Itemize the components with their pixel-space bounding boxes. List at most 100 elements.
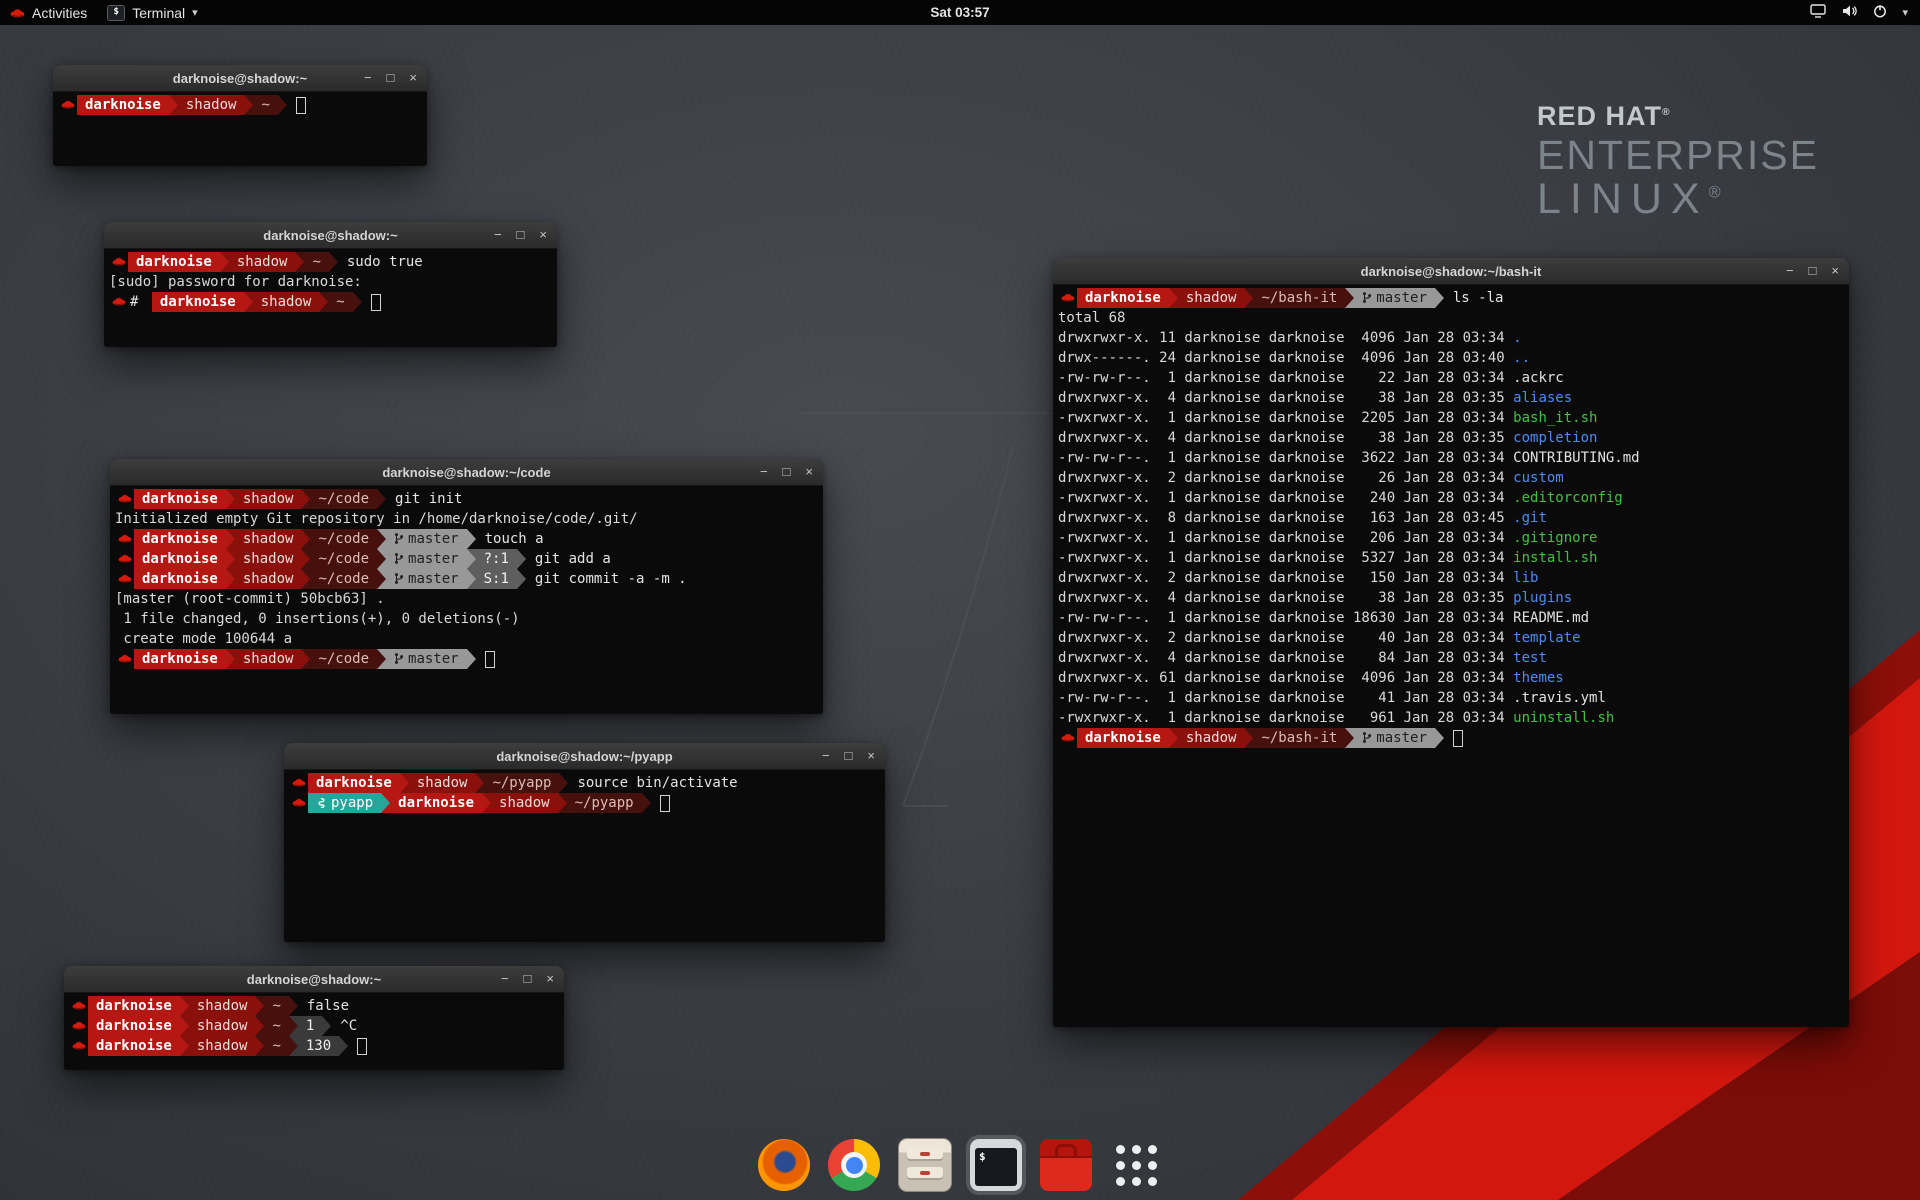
ls-filename: uninstall.sh <box>1513 710 1614 726</box>
powerline-arrow <box>255 1016 264 1036</box>
terminal-content[interactable]: darknoiseshadow~falsedarknoiseshadow~1^C… <box>64 993 564 1070</box>
window-title: darknoise@shadow:~/code <box>382 465 550 480</box>
ls-filename: . <box>1513 330 1521 346</box>
close-button[interactable]: × <box>1831 258 1839 284</box>
terminal-content[interactable]: darknoiseshadow~sudo true[sudo] password… <box>104 249 557 347</box>
terminal-output-line: 1 file changed, 0 insertions(+), 0 delet… <box>115 609 823 629</box>
window-title: darknoise@shadow:~/pyapp <box>496 749 672 764</box>
terminal-window-sudo[interactable]: darknoise@shadow:~ − □ × darknoiseshadow… <box>104 222 557 347</box>
window-title: darknoise@shadow:~/bash-it <box>1361 264 1542 279</box>
prompt-line: darknoiseshadow~/bash-itmasterls -la <box>1058 288 1849 308</box>
redhat-icon <box>109 292 128 312</box>
app-menu[interactable]: $ Terminal ▾ <box>97 0 207 25</box>
app-menu-label: Terminal <box>132 5 185 21</box>
prompt-seg-user: darknoise <box>308 773 400 793</box>
drawer-slot <box>907 1167 943 1180</box>
system-status-area[interactable]: ▾ <box>1810 0 1920 25</box>
maximize-button[interactable]: □ <box>524 966 532 992</box>
powerline-arrow <box>220 252 229 272</box>
minimize-button[interactable]: − <box>1786 258 1794 284</box>
redhat-icon <box>115 489 134 509</box>
ls-filename: aliases <box>1513 390 1572 406</box>
terminal-output-line: drwxrwxr-x. 61 darknoise darknoise 4096 … <box>1058 668 1849 688</box>
ls-filename: README.md <box>1513 610 1589 626</box>
powerline-arrow <box>1169 728 1178 748</box>
clock[interactable]: Sat 03:57 <box>930 5 989 20</box>
prompt-seg-path: ~/bash-it <box>1253 728 1345 748</box>
volume-icon[interactable] <box>1841 4 1858 21</box>
maximize-button[interactable]: □ <box>1809 258 1817 284</box>
titlebar[interactable]: darknoise@shadow:~ − □ × <box>53 65 427 92</box>
maximize-button[interactable]: □ <box>387 65 395 91</box>
minimize-button[interactable]: − <box>760 459 768 485</box>
minimize-button[interactable]: − <box>494 222 502 248</box>
minimize-button[interactable]: − <box>822 743 830 769</box>
terminal-content[interactable]: darknoiseshadow~/bash-itmasterls -latota… <box>1053 285 1849 1027</box>
prompt-seg-host: shadow <box>229 252 296 272</box>
prompt-seg-user: darknoise <box>134 489 226 509</box>
powerline-arrow <box>255 996 264 1016</box>
prompt-command: git init <box>395 491 462 507</box>
prompt-seg-user: darknoise <box>134 549 226 569</box>
terminal-output-line: [master (root-commit) 50bcb63] . <box>115 589 823 609</box>
terminal-icon-screen: $ <box>975 1148 1017 1186</box>
terminal-window-home-1[interactable]: darknoise@shadow:~ − □ × darknoiseshadow… <box>53 65 427 166</box>
terminal-output-line: -rwxrwxr-x. 1 darknoise darknoise 2205 J… <box>1058 408 1849 428</box>
files-icon[interactable] <box>898 1138 952 1192</box>
prompt-seg-path: ~/bash-it <box>1253 288 1345 308</box>
terminal-content[interactable]: darknoiseshadow~/pyappsource bin/activat… <box>284 770 885 942</box>
terminal-content[interactable]: darknoiseshadow~ <box>53 92 427 166</box>
maximize-button[interactable]: □ <box>783 459 791 485</box>
close-button[interactable]: × <box>409 65 417 91</box>
desktop: RED HAT® ENTERPRISE LINUX® darknoise@sha… <box>0 0 1920 1200</box>
terminal-window-exit-codes[interactable]: darknoise@shadow:~ − □ × darknoiseshadow… <box>64 966 564 1070</box>
powerline-arrow <box>377 489 386 509</box>
power-icon[interactable] <box>1873 4 1887 21</box>
terminal-window-pyapp[interactable]: darknoise@shadow:~/pyapp − □ × darknoise… <box>284 743 885 942</box>
terminal-window-bash-it[interactable]: darknoise@shadow:~/bash-it − □ × darknoi… <box>1053 258 1849 1027</box>
terminal-output-line: Initialized empty Git repository in /hom… <box>115 509 823 529</box>
activities-button[interactable]: Activities <box>0 0 97 25</box>
terminal-window-code[interactable]: darknoise@shadow:~/code − □ × darknoises… <box>110 459 823 714</box>
display-icon[interactable] <box>1810 4 1826 22</box>
firefox-icon[interactable] <box>758 1139 810 1191</box>
chrome-icon[interactable] <box>828 1139 880 1191</box>
minimize-button[interactable]: − <box>501 966 509 992</box>
terminal-mini-icon: $ <box>107 5 125 21</box>
close-button[interactable]: × <box>805 459 813 485</box>
titlebar[interactable]: darknoise@shadow:~ − □ × <box>104 222 557 249</box>
titlebar[interactable]: darknoise@shadow:~/pyapp − □ × <box>284 743 885 770</box>
minimize-button[interactable]: − <box>364 65 372 91</box>
maximize-button[interactable]: □ <box>845 743 853 769</box>
powerline-arrow <box>467 549 476 569</box>
app-grid-icon[interactable] <box>1110 1139 1162 1191</box>
ls-filename: custom <box>1513 470 1564 486</box>
titlebar[interactable]: darknoise@shadow:~ − □ × <box>64 966 564 993</box>
terminal-content[interactable]: darknoiseshadow~/codegit initInitialized… <box>110 486 823 714</box>
toolbox-icon[interactable] <box>1040 1139 1092 1191</box>
terminal-output-line: -rwxrwxr-x. 1 darknoise darknoise 206 Ja… <box>1058 528 1849 548</box>
prompt-line: darknoiseshadow~sudo true <box>109 252 557 272</box>
chevron-down-icon[interactable]: ▾ <box>1902 6 1908 19</box>
maximize-button[interactable]: □ <box>517 222 525 248</box>
ls-filename: .editorconfig <box>1513 490 1623 506</box>
prompt-command: touch a <box>485 531 544 547</box>
prompt-seg-host: shadow <box>189 1016 256 1036</box>
powerline-arrow <box>1435 288 1444 308</box>
close-button[interactable]: × <box>539 222 547 248</box>
terminal-dock-icon[interactable]: $ <box>970 1139 1022 1191</box>
prompt-seg-branch: master <box>386 549 467 569</box>
drawer-slot <box>907 1148 943 1161</box>
powerline-arrow <box>377 649 386 669</box>
prompt-seg-branch: master <box>386 569 467 589</box>
close-button[interactable]: × <box>867 743 875 769</box>
close-button[interactable]: × <box>546 966 554 992</box>
prompt-seg-user: darknoise <box>134 649 226 669</box>
powerline-arrow <box>244 95 253 115</box>
ls-filename: .. <box>1513 350 1530 366</box>
powerline-arrow <box>301 569 310 589</box>
titlebar[interactable]: darknoise@shadow:~/bash-it − □ × <box>1053 258 1849 285</box>
prompt-seg-branch: master <box>1354 288 1435 308</box>
titlebar[interactable]: darknoise@shadow:~/code − □ × <box>110 459 823 486</box>
powerline-arrow <box>180 1016 189 1036</box>
